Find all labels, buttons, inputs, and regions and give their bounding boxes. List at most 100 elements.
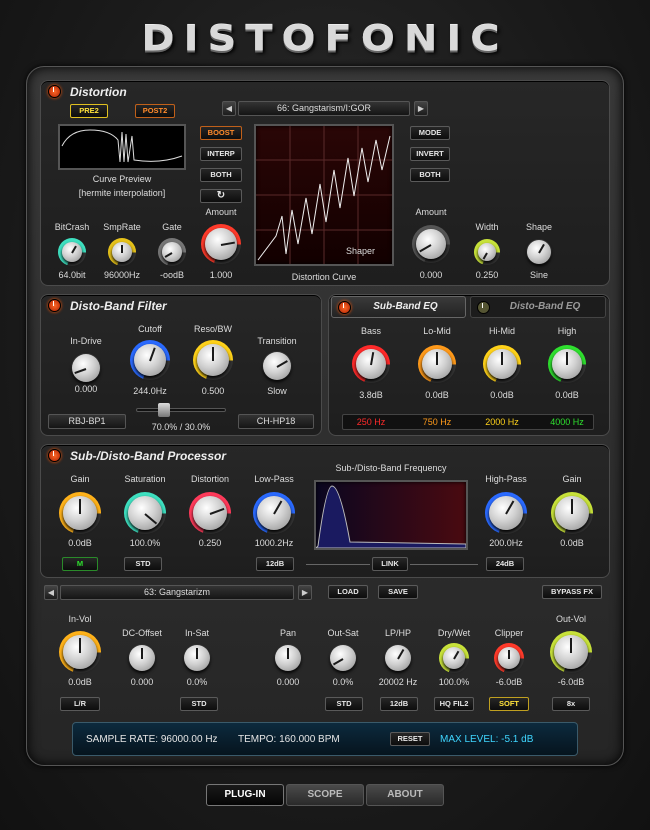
proc-distortion-knob[interactable] (189, 492, 231, 534)
both2-button[interactable]: BOTH (410, 168, 450, 182)
in-sat-label: In-Sat (184, 628, 209, 638)
transition-label: Transition (257, 336, 297, 346)
shape-knob[interactable] (526, 239, 552, 265)
in-sat-value: 0.0% (186, 677, 208, 687)
eq-high-knob-indicator (566, 352, 568, 365)
pan-knob[interactable] (274, 644, 302, 672)
preset-next-button[interactable]: ▶ (414, 101, 428, 116)
in-drive-label: In-Drive (70, 336, 102, 346)
low-pass-knob[interactable] (253, 492, 295, 534)
reset-button[interactable]: RESET (390, 732, 430, 746)
shaper-amount-label: Amount (415, 207, 447, 217)
eq-lo-mid-knob[interactable] (418, 345, 456, 383)
highpass-24db-button[interactable]: 24dB (486, 557, 524, 571)
app-logo: DISTOFONIC (141, 18, 509, 60)
oversample-button[interactable]: 8x (552, 697, 590, 711)
band-filter-power-icon[interactable] (48, 299, 61, 312)
fx-preset-prev-button[interactable]: ◀ (44, 585, 58, 600)
pan-knob-indicator (287, 648, 289, 659)
preset-prev-button[interactable]: ◀ (222, 101, 236, 116)
boost-button[interactable]: BOOST (200, 126, 242, 140)
invert-button[interactable]: INVERT (410, 147, 450, 161)
in-sat-knob[interactable] (183, 644, 211, 672)
tab-sub-band-eq-label: Sub-Band EQ (373, 301, 438, 312)
low-pass-value: 1000.2Hz (254, 538, 294, 548)
shape-value: Sine (529, 270, 548, 280)
mode-button[interactable]: MODE (410, 126, 450, 140)
distortion-title: Distortion (70, 85, 127, 99)
tab-about[interactable]: ABOUT (366, 784, 444, 806)
transition-knob[interactable] (262, 351, 292, 381)
clipper-knob-indicator (508, 650, 510, 659)
processor-title: Sub-/Disto-Band Processor (70, 449, 227, 463)
pre-button[interactable]: PRE2 (70, 104, 108, 118)
hq-fil2-button[interactable]: HQ FIL2 (434, 697, 474, 711)
link-button[interactable]: LINK (372, 557, 408, 571)
balance-slider-handle[interactable] (158, 403, 170, 417)
out-vol-knob[interactable] (550, 631, 592, 673)
fx-preset-dropdown[interactable]: 63: Gangstarizm (60, 585, 294, 600)
bitcrash-knob[interactable] (58, 238, 86, 266)
lr-button[interactable]: L/R (60, 697, 100, 711)
lp-hp-knob[interactable] (384, 644, 412, 672)
lphp-12db-button[interactable]: 12dB (380, 697, 418, 711)
in-vol-knob[interactable] (59, 631, 101, 673)
gate-knob[interactable] (158, 238, 186, 266)
dc-offset-knob[interactable] (128, 644, 156, 672)
save-button[interactable]: SAVE (378, 585, 418, 599)
width-knob[interactable] (474, 239, 500, 265)
eq-high-value: 0.0dB (555, 390, 579, 400)
eq-freq-hi-mid: 2000 Hz (485, 417, 519, 427)
in-drive-knob[interactable] (71, 353, 101, 383)
outsat-std-button[interactable]: STD (325, 697, 363, 711)
high-pass-knob[interactable] (485, 492, 527, 534)
disto-eq-power-icon[interactable] (477, 301, 490, 314)
proc-gain-knob[interactable] (59, 492, 101, 534)
hp-type-dropdown[interactable]: CH-HP18 (238, 414, 314, 429)
eq-freq-high: 4000 Hz (550, 417, 584, 427)
low-pass-label: Low-Pass (254, 474, 294, 484)
shaper-amount-knob[interactable] (412, 225, 450, 263)
load-button[interactable]: LOAD (328, 585, 368, 599)
eq-bass-knob[interactable] (352, 345, 390, 383)
saturation-knob[interactable] (124, 492, 166, 534)
tab-disto-band-eq[interactable]: Disto-Band EQ (470, 296, 606, 318)
smprate-knob[interactable] (108, 238, 136, 266)
out-sat-knob[interactable] (329, 644, 357, 672)
band-frequency-label: Sub-/Disto-Band Frequency (335, 463, 447, 473)
proc-gain-knob-indicator (79, 499, 81, 514)
sub-eq-power-icon[interactable] (338, 301, 351, 314)
clipper-knob[interactable] (494, 643, 524, 673)
fx-preset-next-button[interactable]: ▶ (298, 585, 312, 600)
interp-button[interactable]: INTERP (200, 147, 242, 161)
tempo-text: TEMPO: 160.000 BPM (238, 734, 340, 745)
soft-button[interactable]: SOFT (489, 697, 529, 711)
gate-knob-body (162, 242, 182, 262)
filter-type-dropdown[interactable]: RBJ-BP1 (48, 414, 126, 429)
tab-sub-band-eq[interactable]: Sub-Band EQ (331, 296, 466, 318)
shaper-label: Shaper (346, 246, 376, 256)
proc-out-gain-knob[interactable] (551, 492, 593, 534)
both-button[interactable]: BOTH (200, 168, 242, 182)
dist-amount-knob[interactable] (201, 224, 241, 264)
sat-std-button[interactable]: STD (124, 557, 162, 571)
tab-plugin[interactable]: PLUG-IN (206, 784, 284, 806)
dry-wet-knob[interactable] (439, 643, 469, 673)
balance-slider-track[interactable] (136, 408, 226, 412)
processor-power-icon[interactable] (48, 449, 61, 462)
post-button[interactable]: POST2 (135, 104, 175, 118)
refresh-icon[interactable]: ↻ (200, 189, 242, 203)
distortion-preset-dropdown[interactable]: 66: Gangstarism/I:GOR (238, 101, 410, 116)
bypass-fx-button[interactable]: BYPASS FX (542, 585, 602, 599)
cutoff-knob[interactable] (130, 340, 170, 380)
width-knob-body (478, 243, 496, 261)
insat-std-button[interactable]: STD (180, 697, 218, 711)
tab-scope[interactable]: SCOPE (286, 784, 364, 806)
lowpass-12db-button[interactable]: 12dB (256, 557, 294, 571)
dist-amount-label: Amount (205, 207, 237, 217)
eq-hi-mid-knob[interactable] (483, 345, 521, 383)
distortion-power-icon[interactable] (48, 85, 61, 98)
reso-bw-knob[interactable] (193, 340, 233, 380)
eq-high-knob[interactable] (548, 345, 586, 383)
mono-button[interactable]: M (62, 557, 98, 571)
